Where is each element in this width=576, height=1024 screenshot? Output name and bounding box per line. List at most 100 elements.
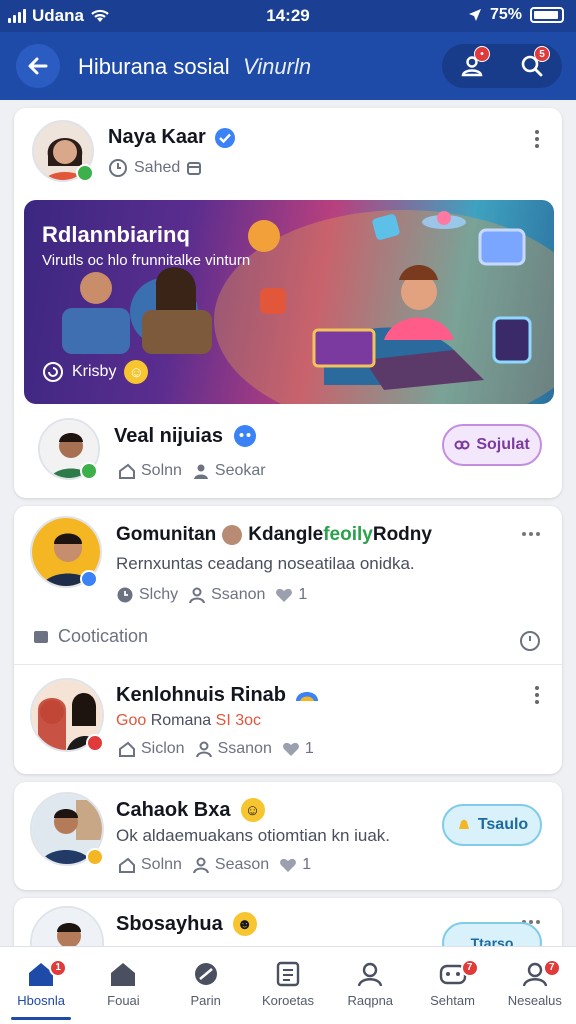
nav-label: Fouai bbox=[107, 993, 140, 1008]
nav-documents[interactable]: Koroetas bbox=[250, 947, 326, 1024]
link-icon bbox=[454, 440, 470, 450]
smile-emoji-icon: ☺ bbox=[240, 798, 265, 822]
house-icon bbox=[111, 963, 136, 986]
battery-percent: 75% bbox=[489, 6, 522, 23]
heart-icon bbox=[280, 858, 297, 872]
verified-indicator bbox=[80, 570, 98, 588]
follow-label: Tsaulo bbox=[477, 816, 529, 833]
nav-label: Sehtam bbox=[430, 993, 475, 1008]
more-options-button[interactable] bbox=[533, 130, 541, 148]
follow-button[interactable]: Tsaulo bbox=[442, 804, 542, 846]
stat-label: Slchy bbox=[139, 586, 179, 603]
status-bar: Udana 14:29 75% bbox=[0, 0, 576, 32]
tag: SI 3oc bbox=[215, 712, 261, 729]
timer-icon[interactable] bbox=[518, 628, 542, 652]
post-card: Naya Kaar Sahed Rdlannbiarinq Virutls oc… bbox=[14, 108, 562, 498]
share-icon bbox=[119, 463, 135, 479]
like-count: 1 bbox=[298, 586, 308, 603]
share-icon bbox=[119, 741, 135, 757]
nav-games[interactable]: 7 Sehtam bbox=[415, 947, 491, 1024]
banner-title: Rdlannbiarinq bbox=[42, 222, 190, 247]
community-name[interactable]: Gomunitan bbox=[116, 524, 216, 546]
nav-badge: 7 bbox=[542, 959, 561, 977]
nav-badge: 7 bbox=[460, 959, 479, 977]
bottom-navigation: 1 Hbosnla Fouai Parin Koroetas Raqpna 7 … bbox=[0, 946, 576, 1024]
heart-icon bbox=[282, 742, 299, 756]
person-icon bbox=[192, 857, 209, 874]
nav-messages[interactable]: 7 Nesealus bbox=[497, 947, 573, 1024]
battery-icon bbox=[530, 7, 564, 23]
like-count: 1 bbox=[304, 740, 314, 757]
nav-profile[interactable]: Raqpna bbox=[332, 947, 408, 1024]
clock-icon bbox=[117, 587, 133, 603]
bell-icon bbox=[458, 819, 469, 829]
nav-label: Koroetas bbox=[261, 993, 314, 1008]
banner-subtitle: Virutls oc hlo frunnitalke vinturn bbox=[42, 252, 251, 269]
calendar-icon bbox=[187, 162, 202, 175]
online-indicator bbox=[80, 462, 98, 480]
stat-label: Solnn bbox=[141, 856, 182, 873]
share-icon bbox=[119, 857, 135, 873]
more-options-button[interactable] bbox=[522, 532, 540, 536]
tag: Goo bbox=[116, 712, 147, 729]
post-text: Rernxuntas ceadang noseatilaa onidka. bbox=[116, 554, 415, 573]
smile-emoji-icon: ☺ bbox=[124, 360, 149, 384]
tag: Romana bbox=[150, 712, 212, 729]
mini-avatar bbox=[222, 525, 243, 545]
header-actions: • 5 bbox=[442, 44, 562, 88]
notification-button[interactable]: • bbox=[452, 46, 492, 86]
more-options-button[interactable] bbox=[533, 686, 541, 704]
banner-footer: Krisby bbox=[72, 363, 117, 380]
author-name[interactable]: Veal nijuias bbox=[114, 425, 223, 448]
subscribe-button[interactable]: Sojulat bbox=[442, 424, 542, 466]
person-icon bbox=[189, 587, 206, 604]
online-indicator bbox=[76, 164, 94, 182]
clock-icon bbox=[109, 159, 127, 177]
nav-label: Raqpna bbox=[347, 993, 394, 1008]
like-button[interactable]: 1 bbox=[282, 740, 314, 758]
nav-label: Nesealus bbox=[507, 993, 562, 1008]
like-button[interactable]: 1 bbox=[279, 856, 311, 874]
verified-icon bbox=[214, 127, 235, 148]
post-text: Ok aldaemuakans otiomtian kn iuak. bbox=[116, 826, 391, 845]
person-icon bbox=[193, 464, 208, 479]
back-button[interactable] bbox=[16, 44, 60, 88]
post-card: Cahaok Bxa ☺ Ok aldaemuakans otiomtian k… bbox=[14, 782, 562, 890]
stat-label: Ssanon bbox=[217, 740, 272, 757]
globe-icon bbox=[296, 691, 318, 701]
person-icon bbox=[195, 741, 212, 758]
bookmark-icon bbox=[34, 630, 48, 643]
post-banner-image[interactable]: Rdlannbiarinq Virutls oc hlo frunnitalke… bbox=[24, 200, 554, 404]
group-icon bbox=[233, 425, 256, 447]
nav-badge: 1 bbox=[49, 959, 68, 977]
like-count: 1 bbox=[302, 856, 312, 873]
community-name-end: Rodny bbox=[372, 524, 432, 545]
search-button[interactable]: 5 bbox=[512, 46, 552, 86]
like-button[interactable]: 1 bbox=[275, 586, 307, 604]
post-card: Gomunitan Kdangle feoily Rodny Rernxuntas … bbox=[14, 506, 562, 774]
stat-label: Season bbox=[214, 856, 270, 873]
author-name[interactable]: Kenlohnuis Rinab bbox=[116, 684, 286, 707]
heart-icon bbox=[276, 588, 293, 602]
stat-label: Ssanon bbox=[211, 586, 266, 603]
status-indicator bbox=[86, 848, 104, 866]
arrow-left-icon bbox=[28, 57, 48, 75]
post-meta: Sahed bbox=[134, 159, 181, 176]
nav-forum[interactable]: Fouai bbox=[85, 947, 161, 1024]
nav-home[interactable]: 1 Hbosnla bbox=[3, 947, 79, 1024]
section-title: Cootication bbox=[58, 626, 149, 646]
author-name[interactable]: Sbosayhua bbox=[116, 913, 223, 936]
app-header: Hiburana sosial Vinurln • 5 bbox=[0, 32, 576, 100]
compass-icon bbox=[194, 963, 217, 985]
author-name[interactable]: Naya Kaar bbox=[108, 126, 206, 149]
status-indicator bbox=[86, 734, 104, 752]
community-name-tail: Kdangle bbox=[248, 524, 324, 545]
author-name[interactable]: Cahaok Bxa bbox=[116, 799, 231, 822]
subscribe-label: Sojulat bbox=[476, 436, 530, 453]
divider bbox=[14, 664, 562, 665]
tongue-emoji-icon: ☻ bbox=[232, 912, 257, 936]
nav-explore[interactable]: Parin bbox=[168, 947, 244, 1024]
nav-label: Hbosnla bbox=[17, 993, 65, 1008]
search-badge: 5 bbox=[534, 46, 550, 62]
location-icon bbox=[468, 9, 481, 21]
